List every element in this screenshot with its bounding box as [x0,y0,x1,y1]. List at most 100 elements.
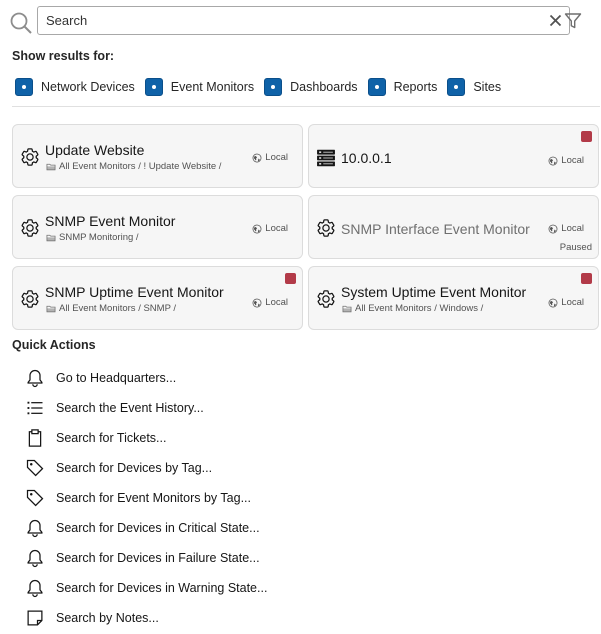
quick-action-label: Search by Notes... [56,611,159,625]
result-card-snmp-interface-event-monitor[interactable]: SNMP Interface Event Monitor Local Pause… [308,195,599,259]
quick-action-label: Search the Event History... [56,401,204,415]
quick-actions-heading: Quick Actions [12,338,96,352]
checkbox[interactable] [367,78,386,96]
status-badge [285,273,296,284]
list-icon [25,398,45,418]
show-results-heading: Show results for: [12,49,115,63]
filter-reports[interactable]: Reports [367,78,438,96]
tag-icon [25,458,45,478]
result-card-snmp-uptime-event-monitor[interactable]: SNMP Uptime Event Monitor All Event Moni… [12,266,303,330]
result-path: SNMP Monitoring / [46,232,139,243]
result-location: Local [548,223,584,234]
result-path-text: SNMP Monitoring / [59,232,139,243]
clear-icon[interactable] [549,14,562,27]
checkbox[interactable] [447,78,466,96]
folder-icon [342,304,352,314]
status-badge [581,273,592,284]
globe-icon [548,224,558,234]
location-text: Local [561,297,584,308]
quick-action-search-by-notes[interactable]: Search by Notes... [24,606,159,630]
quick-action-search-event-monitors-by-tag[interactable]: Search for Event Monitors by Tag... [24,486,251,510]
result-location: Local [252,223,288,234]
folder-icon [46,162,56,172]
quick-action-search-tickets[interactable]: Search for Tickets... [24,426,166,450]
quick-action-search-devices-by-tag[interactable]: Search for Devices by Tag... [24,456,212,480]
result-card-update-website[interactable]: Update Website All Event Monitors / ! Up… [12,124,303,188]
search-box [37,6,570,35]
checkbox[interactable] [15,78,33,96]
note-icon [25,608,45,628]
result-title: SNMP Uptime Event Monitor [45,284,224,300]
bell-icon [25,518,45,538]
gear-icon [316,289,336,309]
gear-icon [20,147,40,167]
location-text: Local [265,223,288,234]
filter-label: Sites [473,80,502,94]
checkbox[interactable] [144,78,163,96]
checkbox[interactable] [264,78,283,96]
quick-action-label: Search for Devices in Failure State... [56,551,260,565]
location-text: Local [561,223,584,234]
divider [12,106,600,107]
quick-action-label: Search for Tickets... [56,431,167,445]
gear-icon [316,218,336,238]
tag-icon [25,488,45,508]
result-title: SNMP Interface Event Monitor [341,221,530,237]
result-path-text: All Event Monitors / SNMP / [59,303,177,314]
location-text: Local [265,297,288,308]
result-path: All Event Monitors / SNMP / [46,303,176,314]
filter-sites[interactable]: Sites [447,78,501,96]
result-title: SNMP Event Monitor [45,213,176,229]
bell-icon [25,548,45,568]
result-card-snmp-event-monitor[interactable]: SNMP Event Monitor SNMP Monitoring / Loc… [12,195,303,259]
result-path-text: All Event Monitors / Windows / [355,303,484,314]
quick-action-search-devices-warning[interactable]: Search for Devices in Warning State... [24,576,267,600]
bell-icon [25,368,45,388]
server-icon [315,147,337,169]
bell-icon [25,578,45,598]
result-card-10-0-0-1[interactable]: 10.0.0.1 Local [308,124,599,188]
folder-icon [46,304,56,314]
globe-icon [548,298,558,308]
quick-action-label: Search for Devices in Warning State... [56,581,268,595]
result-path-text: All Event Monitors / ! Update Website / [59,161,222,172]
folder-icon [46,233,56,243]
quick-action-search-devices-critical[interactable]: Search for Devices in Critical State... [24,516,260,540]
globe-icon [252,298,262,308]
quick-action-go-to-headquarters[interactable]: Go to Headquarters... [24,366,176,390]
gear-icon [20,289,40,309]
filter-label: Reports [393,80,438,94]
search-input[interactable] [46,7,526,34]
filter-label: Dashboards [290,80,358,94]
filter-event-monitors[interactable]: Event Monitors [144,78,255,96]
result-location: Local [548,155,584,166]
filter-icon[interactable] [564,12,582,30]
result-title: System Uptime Event Monitor [341,284,527,300]
paused-label: Paused [559,242,592,253]
quick-action-label: Search for Devices in Critical State... [56,521,260,535]
filter-label: Event Monitors [170,80,255,94]
result-card-system-uptime-event-monitor[interactable]: System Uptime Event Monitor All Event Mo… [308,266,599,330]
status-badge [581,131,592,142]
quick-action-label: Search for Devices by Tag... [56,461,213,475]
filter-label: Network Devices [41,80,135,94]
quick-action-search-event-history[interactable]: Search the Event History... [24,396,204,420]
result-title: 10.0.0.1 [341,150,392,166]
gear-icon [20,218,40,238]
globe-icon [548,156,558,166]
filter-group: Network Devices Event Monitors Dashboard… [15,77,511,97]
location-text: Local [561,155,584,166]
filter-dashboards[interactable]: Dashboards [264,78,358,96]
result-title: Update Website [45,142,145,158]
quick-action-label: Search for Event Monitors by Tag... [56,491,252,505]
quick-action-search-devices-failure[interactable]: Search for Devices in Failure State... [24,546,260,570]
result-location: Local [252,152,288,163]
search-row [10,6,595,38]
filter-network-devices[interactable]: Network Devices [15,78,135,96]
result-location: Local [252,297,288,308]
globe-icon [252,153,262,163]
result-path: All Event Monitors / ! Update Website / [46,161,221,172]
clipboard-icon [25,428,45,448]
globe-icon [252,224,262,234]
result-location: Local [548,297,584,308]
